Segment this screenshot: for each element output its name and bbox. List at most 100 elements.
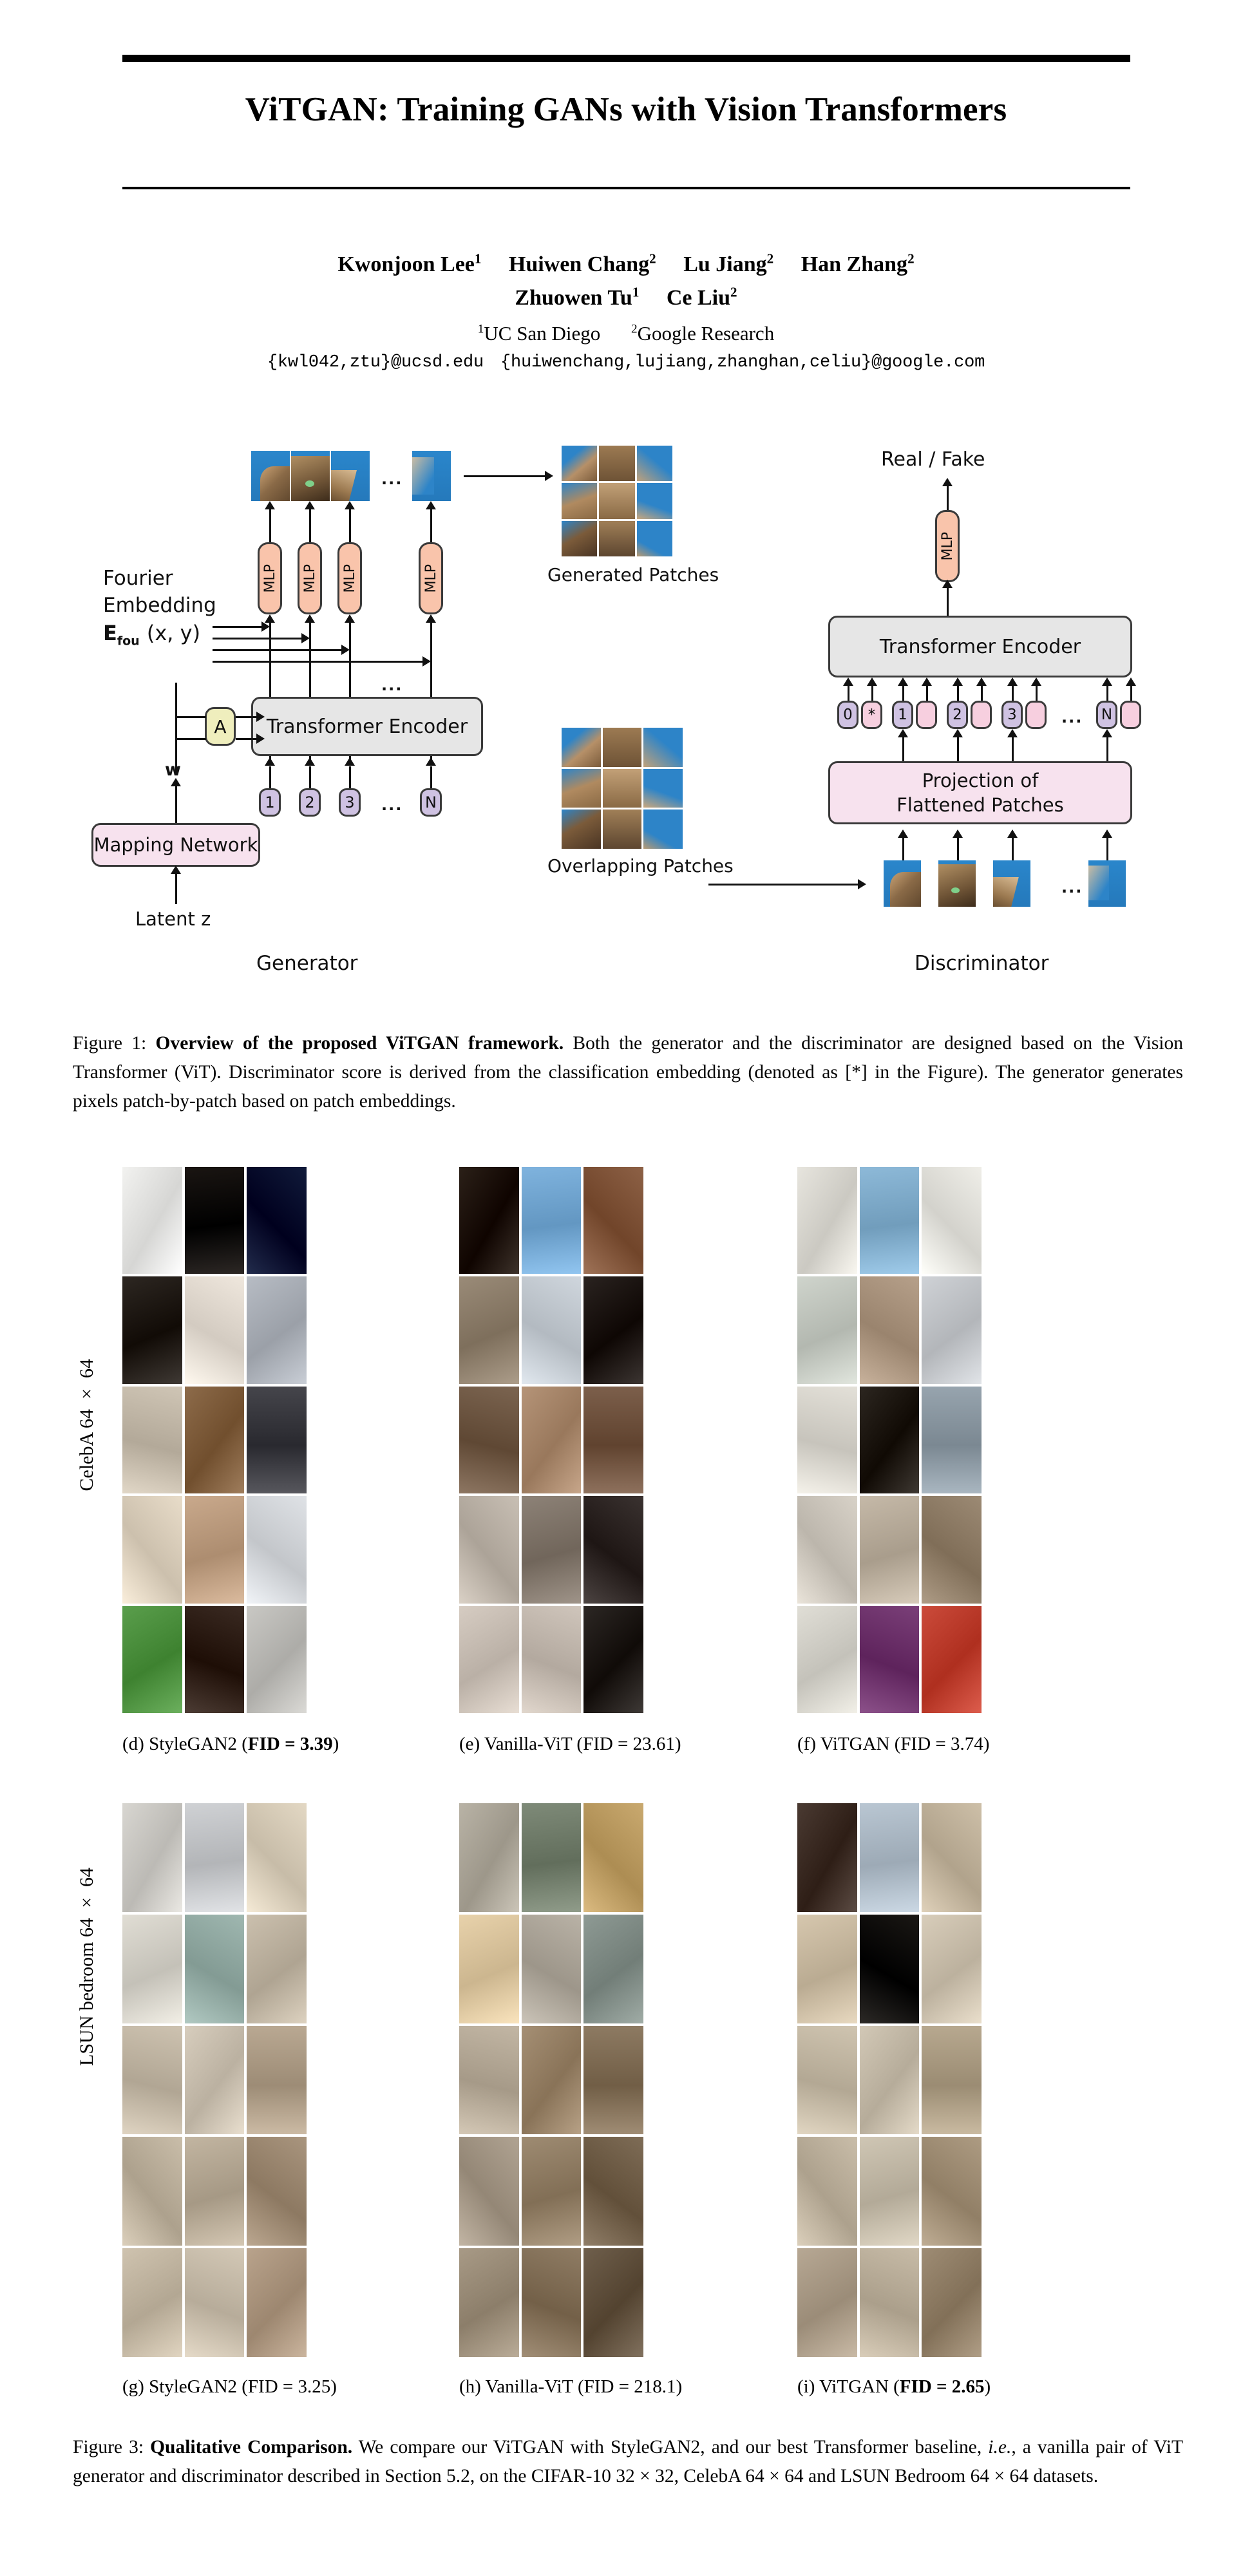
sample-image — [521, 1803, 582, 1912]
celeba-vanilla-vit-grid — [459, 1167, 643, 1713]
token-label: 1 — [898, 706, 907, 723]
sample-image — [184, 1605, 245, 1713]
projection-line2: Flattened Patches — [896, 794, 1064, 816]
lsun-caption-g-text: (g) StyleGAN2 (FID = 3.25) — [122, 2376, 337, 2397]
arrow-overlap-to-strip — [708, 884, 862, 886]
gen-patch-2 — [291, 451, 330, 501]
sample-image — [122, 1386, 182, 1494]
arrow-tokn — [430, 766, 432, 788]
arrow-latent-in — [175, 871, 177, 904]
sample-image — [859, 1276, 920, 1384]
arrowhead — [345, 501, 355, 509]
arrow-tok1 — [269, 766, 271, 788]
author-affil-marker: 1 — [632, 284, 640, 300]
discriminator-section-label: Discriminator — [915, 952, 1049, 975]
sample-image — [459, 2025, 519, 2135]
arrowhead — [1031, 677, 1041, 686]
arrow-tok2 — [309, 766, 311, 788]
celeba-caption-d-suffix: ) — [332, 1734, 339, 1754]
sample-image — [922, 1914, 982, 2023]
sample-image — [521, 1167, 582, 1274]
celeba-caption-f-text: (f) ViTGAN (FID = 3.74) — [797, 1734, 990, 1754]
celeba-caption-f: (f) ViTGAN (FID = 3.74) — [797, 1734, 989, 1755]
arrow-patch-proj-1 — [902, 835, 904, 860]
arrowhead — [305, 614, 315, 623]
sample-image — [797, 1496, 857, 1604]
line-enc-mlp1b — [269, 618, 271, 697]
sample-image — [583, 1803, 643, 1912]
discriminator-token-3: 3 — [1001, 701, 1023, 729]
arrowhead — [1102, 677, 1112, 686]
sample-image — [859, 1803, 920, 1912]
arrowhead — [953, 677, 963, 686]
celeba-caption-e-text: (e) Vanilla-ViT (FID = 23.61) — [459, 1734, 681, 1754]
arrow-mapping-out — [175, 783, 177, 823]
arrow-patch-proj-n — [1106, 835, 1108, 860]
sample-image — [922, 1386, 982, 1494]
arrowhead — [345, 614, 355, 623]
affil-marker-2: 2 — [631, 322, 638, 336]
sample-image — [521, 2137, 582, 2246]
sample-image — [922, 1496, 982, 1604]
token-label: 2 — [305, 793, 315, 811]
sample-image — [922, 1167, 982, 1274]
wire-w-vertical — [175, 683, 177, 773]
sample-image — [184, 2137, 245, 2246]
arrow-mlpn-out — [430, 505, 432, 542]
sample-image — [797, 2025, 857, 2135]
lsun-row-label: LSUN bedroom 64 × 64 — [76, 1868, 97, 2066]
overlapping-patches-label: Overlapping Patches — [547, 855, 734, 876]
discriminator-mlp: MLP — [935, 510, 960, 582]
author-line-2: Zhuowen Tu1 Ce Liu2 — [0, 284, 1252, 310]
author-kwonjoon-lee: Kwonjoon Lee — [337, 252, 475, 276]
generator-token-3: 3 — [339, 788, 361, 817]
figure3-caption-italic: i.e. — [988, 2437, 1012, 2458]
lsun-caption-i-prefix: (i) ViTGAN ( — [797, 2376, 900, 2397]
lsun-caption-i-suffix: ) — [984, 2376, 991, 2397]
sample-image — [184, 1386, 245, 1494]
generator-token-ellipsis: ... — [381, 796, 403, 814]
arrow-proj-n — [1106, 734, 1108, 761]
sample-image — [922, 1605, 982, 1713]
email-line: {kwl042,ztu}@ucsd.edu {huiwenchang,lujian… — [0, 353, 1252, 372]
discriminator-patch-embed-3 — [1025, 701, 1047, 729]
discriminator-patch-embed-1 — [916, 701, 937, 729]
lsun-caption-i: (i) ViTGAN (FID = 2.65) — [797, 2376, 991, 2398]
author-affil-marker: 2 — [649, 251, 656, 267]
sample-image — [797, 1914, 857, 2023]
sample-image — [521, 1276, 582, 1384]
arrow-tok3 — [349, 766, 351, 788]
sample-image — [459, 2137, 519, 2246]
sample-image — [122, 1276, 182, 1384]
arrowhead — [942, 478, 953, 486]
sample-image — [184, 1914, 245, 2023]
sample-image — [184, 2025, 245, 2135]
generator-token-2: 2 — [299, 788, 321, 817]
arrowhead — [545, 471, 553, 481]
affiliation-google: Google Research — [637, 322, 775, 345]
sample-image — [122, 1496, 182, 1604]
sample-image — [583, 2025, 643, 2135]
arrowhead — [1007, 829, 1018, 838]
fourier-formula-args: (x, y) — [146, 621, 201, 645]
sample-image — [859, 1914, 920, 2023]
arrowhead — [843, 677, 853, 686]
sample-image — [122, 2025, 182, 2135]
wire-w-bottom — [175, 738, 206, 740]
generator-mlp-2: MLP — [298, 542, 322, 614]
mapping-network-label: Mapping Network — [93, 834, 258, 856]
celeba-stylegan2-grid — [122, 1167, 307, 1713]
sample-image — [583, 2137, 643, 2246]
projection-flattened-patches-block: Projection of Flattened Patches — [828, 761, 1132, 824]
arrowhead — [305, 501, 315, 509]
sample-image — [459, 1496, 519, 1604]
arrow-mlp2-out — [309, 505, 311, 542]
disc-input-patch-n — [1088, 860, 1126, 907]
sample-image — [859, 1605, 920, 1713]
discriminator-token-n: N — [1096, 701, 1117, 729]
arrowhead — [953, 729, 963, 737]
gen-patch-n — [412, 451, 451, 501]
arrowhead — [256, 734, 265, 744]
author-affil-marker: 2 — [730, 284, 737, 300]
sample-image — [859, 2137, 920, 2246]
